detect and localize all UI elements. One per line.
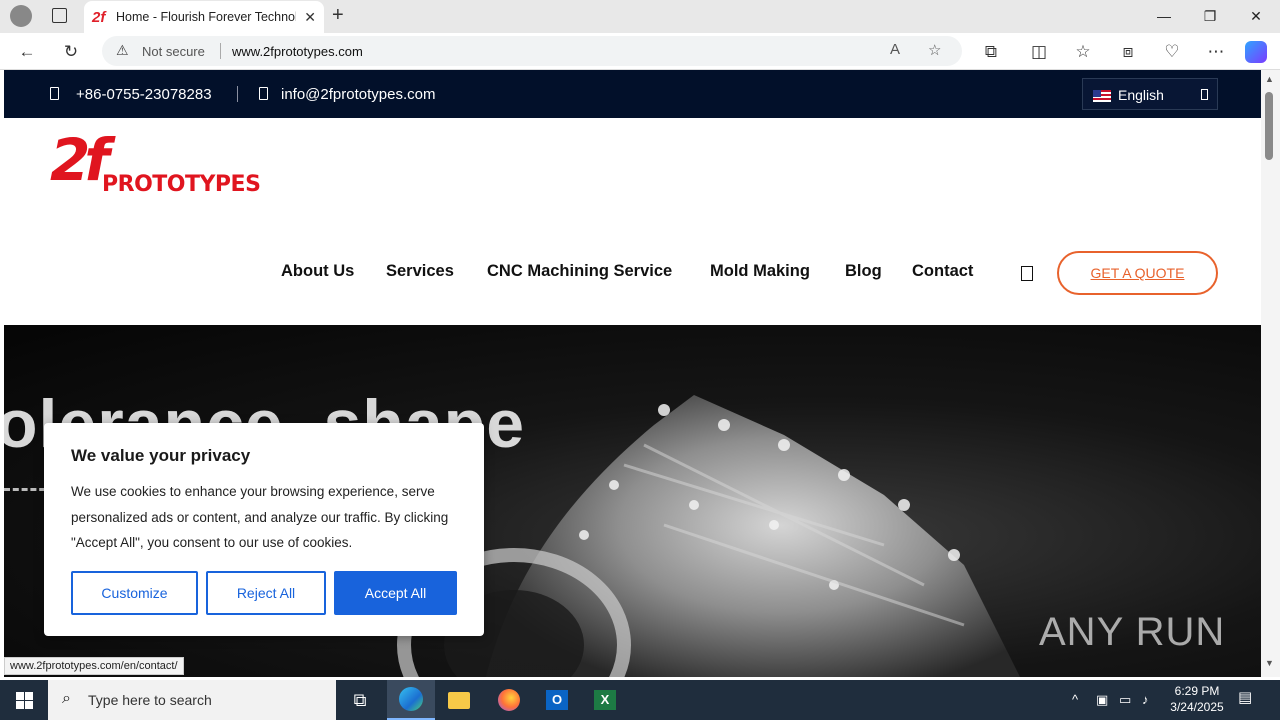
volume-icon[interactable]: ♪ <box>1142 692 1149 707</box>
favorites-icon[interactable]: ☆ <box>1070 39 1096 65</box>
search-icon[interactable] <box>1021 266 1033 281</box>
us-flag-icon <box>1093 90 1111 102</box>
clock-time: 6:29 PM <box>1174 684 1220 698</box>
cookie-title: We value your privacy <box>71 446 251 465</box>
email-address[interactable]: info@2fprototypes.com <box>281 86 435 103</box>
notification-icon[interactable]: ▤ <box>1238 688 1260 710</box>
chevron-down-icon <box>1201 89 1208 100</box>
customize-button[interactable]: Customize <box>71 571 198 615</box>
address-toolbar: ← ↻ ⚠ Not secure www.2fprototypes.com A … <box>0 33 1280 70</box>
email-icon <box>259 87 268 100</box>
network-icon[interactable]: ▭ <box>1119 692 1131 708</box>
cookie-consent-dialog: We value your privacy We use cookies to … <box>44 423 484 636</box>
divider <box>237 86 238 102</box>
collections-icon[interactable]: ⧈ <box>1115 39 1141 65</box>
nav-cnc-machining-service[interactable]: CNC Machining Service <box>487 262 672 281</box>
nav-blog[interactable]: Blog <box>845 262 882 281</box>
page-scrollbar[interactable]: ▲ ▼ <box>1261 70 1280 677</box>
outlook-icon[interactable]: O <box>533 680 581 720</box>
get-a-quote-button[interactable]: GET A QUOTE <box>1057 251 1218 295</box>
search-placeholder: Type here to search <box>88 692 212 708</box>
edge-taskbar-icon[interactable] <box>387 680 435 720</box>
scroll-up-icon[interactable]: ▲ <box>1265 74 1274 84</box>
logo-wordmark: PROTOTYPES <box>102 172 261 197</box>
search-icon: ⌕ <box>62 690 71 707</box>
phone-icon <box>50 87 59 100</box>
excel-icon[interactable]: X <box>581 680 629 720</box>
taskbar-search[interactable]: ⌕ Type here to search <box>48 680 336 720</box>
accept-all-button[interactable]: Accept All <box>334 571 457 615</box>
language-selector[interactable]: English <box>1082 78 1218 110</box>
browser-tab-active[interactable]: 2f Home - Flourish Forever Technol ✕ <box>84 1 324 33</box>
minimize-button[interactable]: — <box>1141 0 1187 32</box>
windows-taskbar: ⌕ Type here to search ⧉ O X ^ ▣ ▭ ♪ 6:29… <box>0 680 1280 720</box>
tab-actions-icon[interactable] <box>52 8 67 23</box>
firefox-icon[interactable] <box>485 680 533 720</box>
security-label[interactable]: Not secure <box>142 44 205 59</box>
nav-about-us[interactable]: About Us <box>281 262 354 281</box>
file-explorer-icon[interactable] <box>435 680 483 720</box>
profile-icon[interactable] <box>10 5 32 27</box>
close-tab-icon[interactable]: ✕ <box>304 9 316 26</box>
nav-contact[interactable]: Contact <box>912 262 973 281</box>
restore-button[interactable]: ❐ <box>1187 0 1233 32</box>
link-status-bar: www.2fprototypes.com/en/contact/ <box>4 657 184 675</box>
more-options-icon[interactable]: ⋯ <box>1203 39 1229 65</box>
logo-mark: 2f <box>50 126 110 194</box>
new-tab-button[interactable]: + <box>332 4 344 27</box>
anyrun-watermark: ANY RUN <box>1039 610 1226 654</box>
site-favicon-icon: 2f <box>92 8 106 26</box>
divider <box>220 43 221 59</box>
scroll-thumb[interactable] <box>1265 92 1273 160</box>
read-aloud-icon[interactable]: A <box>890 41 900 58</box>
split-screen-icon[interactable]: ◫ <box>1026 39 1052 65</box>
chevron-up-icon[interactable]: ^ <box>1072 692 1078 707</box>
task-view-icon[interactable]: ⧉ <box>336 680 384 720</box>
back-icon[interactable]: ← <box>14 39 40 65</box>
windows-logo-icon <box>15 691 33 709</box>
url-text[interactable]: www.2fprototypes.com <box>232 44 363 59</box>
clock-date: 3/24/2025 <box>1170 700 1224 714</box>
system-clock[interactable]: 6:29 PM 3/24/2025 <box>1162 683 1232 715</box>
browser-essentials-icon[interactable]: ♡ <box>1159 39 1185 65</box>
scroll-down-icon[interactable]: ▼ <box>1265 658 1274 668</box>
phone-number[interactable]: +86-0755-23078283 <box>76 86 212 103</box>
address-bar[interactable]: ⚠ Not secure www.2fprototypes.com A ☆ <box>102 36 962 66</box>
refresh-icon[interactable]: ↻ <box>58 39 84 65</box>
reject-all-button[interactable]: Reject All <box>206 571 326 615</box>
network-device-icon[interactable]: ▣ <box>1096 692 1108 708</box>
tab-title: Home - Flourish Forever Technol <box>116 10 296 24</box>
nav-services[interactable]: Services <box>386 262 454 281</box>
browser-tab-bar: 2f Home - Flourish Forever Technol ✕ + —… <box>0 0 1280 33</box>
cookie-body: We use cookies to enhance your browsing … <box>71 484 449 550</box>
site-logo[interactable]: 2f PROTOTYPES <box>50 126 270 202</box>
extensions-icon[interactable]: ⧉ <box>978 39 1004 65</box>
warning-icon[interactable]: ⚠ <box>116 42 129 59</box>
contact-topbar: +86-0755-23078283 info@2fprototypes.com … <box>4 70 1261 118</box>
nav-mold-making[interactable]: Mold Making <box>710 262 810 281</box>
close-window-button[interactable]: ✕ <box>1233 0 1279 32</box>
language-label: English <box>1118 87 1164 103</box>
copilot-icon[interactable] <box>1245 41 1267 63</box>
favorite-star-icon[interactable]: ☆ <box>928 41 941 59</box>
start-button[interactable] <box>0 680 48 720</box>
